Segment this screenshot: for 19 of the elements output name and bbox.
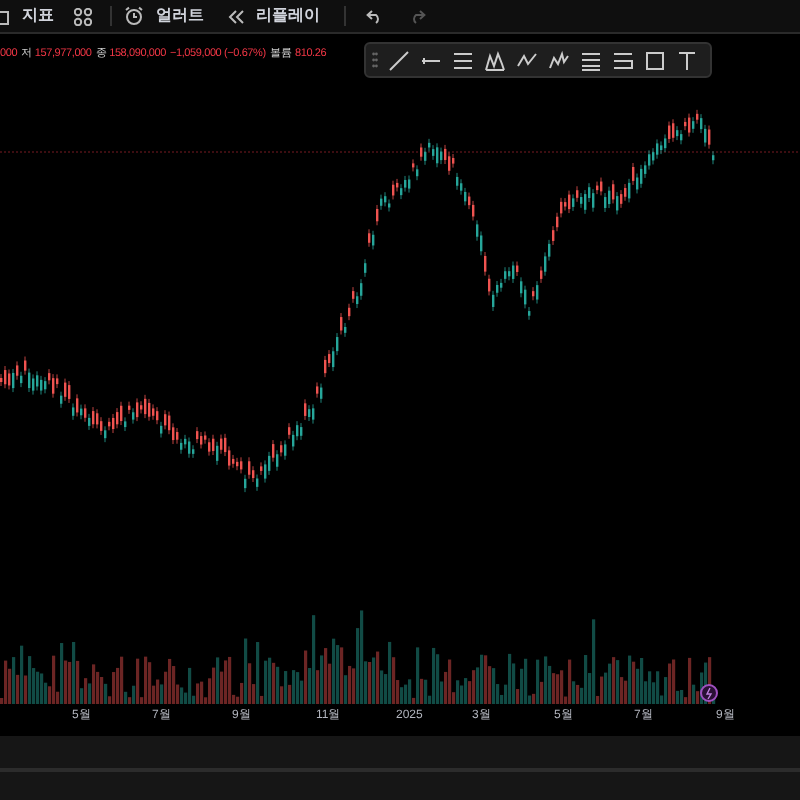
indicators-button[interactable]: 지표 [22, 4, 54, 28]
event-marker-icon[interactable] [700, 684, 718, 702]
text-tool-icon[interactable] [676, 49, 698, 71]
wave-pattern-icon[interactable] [548, 49, 570, 71]
replay-button[interactable]: 리플레이 [256, 4, 320, 28]
undo-icon[interactable] [366, 9, 382, 23]
alerts-button[interactable]: 얼러트 [156, 4, 204, 28]
pitchfork-icon[interactable] [484, 49, 506, 71]
rectangle-icon[interactable] [644, 49, 666, 71]
drag-handle-icon[interactable] [372, 52, 378, 68]
projection-icon[interactable] [612, 49, 634, 71]
fibonacci-icon[interactable] [580, 49, 602, 71]
rewind-icon[interactable] [228, 9, 244, 23]
horizontal-lines-icon[interactable] [452, 49, 474, 71]
alarm-clock-icon[interactable] [124, 6, 144, 26]
redo-icon[interactable] [410, 9, 426, 23]
layout-grid-icon[interactable] [74, 7, 92, 25]
trend-line-icon[interactable] [388, 49, 410, 71]
zigzag-icon[interactable] [516, 49, 538, 71]
